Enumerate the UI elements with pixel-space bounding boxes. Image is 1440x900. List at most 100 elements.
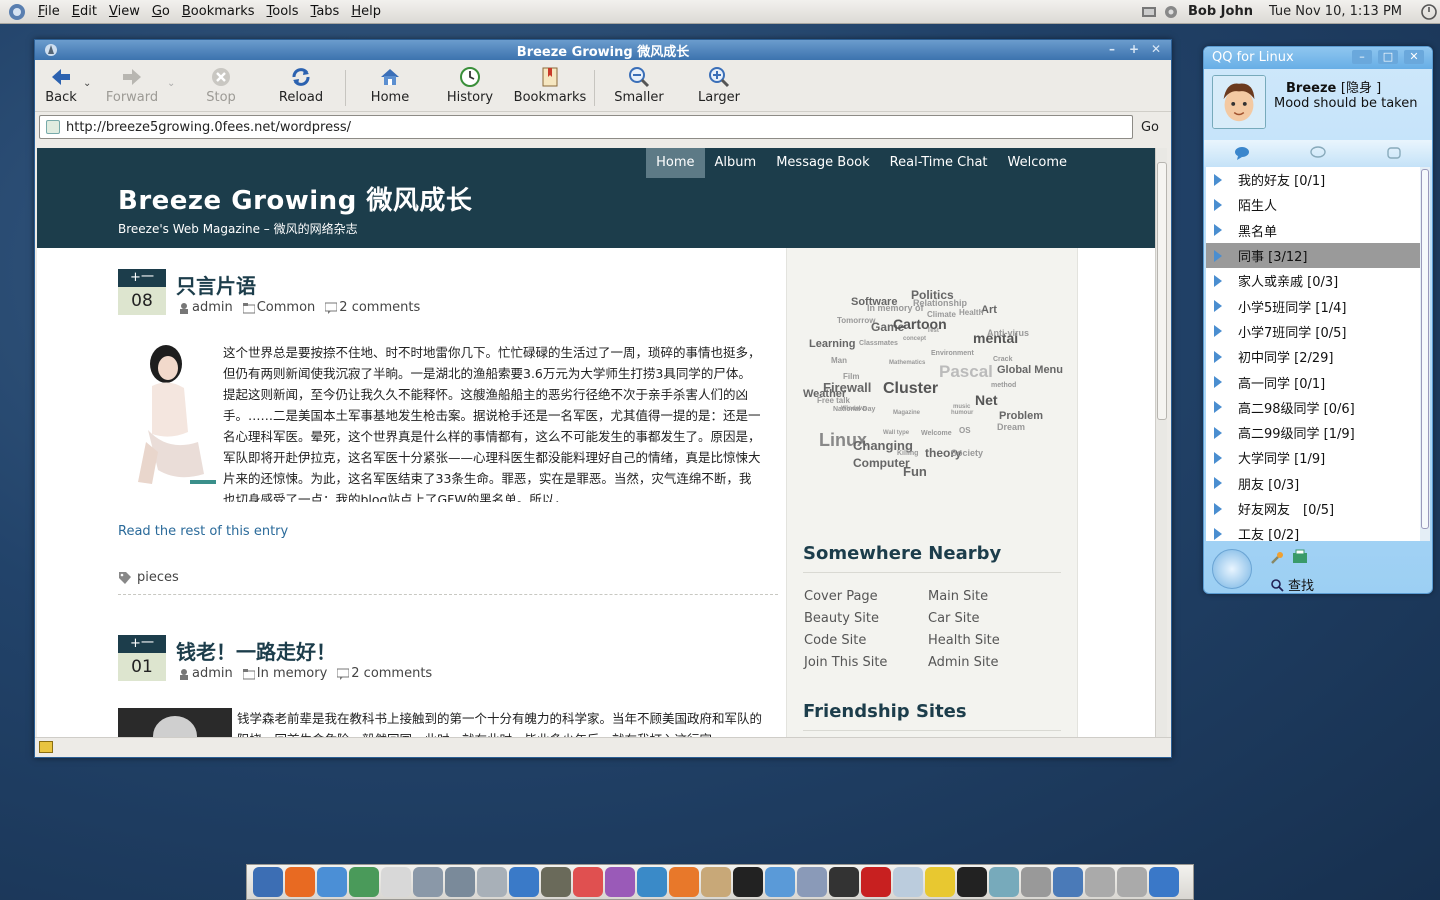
maximize-icon[interactable]: □: [1378, 50, 1398, 64]
window-menu-icon[interactable]: [43, 42, 59, 58]
close-icon[interactable]: ✕: [1404, 50, 1424, 64]
tag-cloud-link[interactable]: In memory of: [867, 303, 924, 313]
display-icon[interactable]: [1053, 867, 1083, 897]
expand-arrow-icon[interactable]: [1214, 173, 1222, 186]
go-button[interactable]: Go: [1133, 120, 1167, 135]
expand-arrow-icon[interactable]: [1214, 274, 1222, 287]
menu-view[interactable]: View: [103, 4, 146, 19]
history-button[interactable]: History: [430, 66, 510, 105]
nav-album[interactable]: Album: [705, 148, 767, 178]
scrollbar-thumb[interactable]: [1157, 162, 1167, 420]
minimize-icon[interactable]: –: [1103, 42, 1121, 57]
forward-button[interactable]: Forward: [97, 66, 167, 105]
tag-cloud-link[interactable]: Cluster: [883, 380, 938, 398]
scrollbar-thumb[interactable]: [1421, 169, 1429, 529]
expand-arrow-icon[interactable]: [1214, 451, 1222, 464]
link-cover-page[interactable]: Cover Page: [804, 589, 928, 604]
expand-arrow-icon[interactable]: [1214, 325, 1222, 338]
contact-group-item[interactable]: 家人或亲戚 [0/3]: [1206, 268, 1422, 293]
tag-cloud-link[interactable]: humour: [951, 410, 973, 416]
contacts-icon[interactable]: [797, 867, 827, 897]
nav-home[interactable]: Home: [646, 148, 705, 178]
wrench-settings-icon[interactable]: [1270, 551, 1284, 565]
close-icon[interactable]: ✕: [1147, 42, 1165, 57]
tag-cloud-link[interactable]: Crack: [993, 356, 1012, 363]
find-button[interactable]: 查找: [1270, 575, 1314, 594]
pen-icon[interactable]: [925, 867, 955, 897]
read-more-link[interactable]: Read the rest of this entry: [118, 524, 288, 539]
tag-cloud-link[interactable]: Free talk: [817, 396, 850, 405]
contact-group-item[interactable]: 工友 [0/2]: [1206, 521, 1422, 541]
tag-cloud-link[interactable]: Classmates: [859, 340, 898, 347]
trash-icon[interactable]: [1149, 867, 1179, 897]
bookmarks-button[interactable]: Bookmarks: [510, 66, 590, 105]
expand-arrow-icon[interactable]: [1214, 198, 1222, 211]
post-author[interactable]: admin: [192, 300, 233, 315]
post-comments[interactable]: 2 comments: [351, 666, 432, 681]
color-picker-icon[interactable]: [573, 867, 603, 897]
tag-cloud-link[interactable]: Windows: [841, 406, 867, 412]
post-category[interactable]: Common: [257, 300, 316, 315]
network-icon[interactable]: [989, 867, 1019, 897]
zoom-out-button[interactable]: Smaller: [599, 66, 679, 105]
contact-group-item[interactable]: 高二98级同学 [0/6]: [1206, 395, 1422, 420]
settings-gear-icon[interactable]: [1162, 3, 1180, 21]
clock[interactable]: Tue Nov 10, 1:13 PM: [1269, 4, 1402, 19]
tag-cloud-link[interactable]: Wall type: [883, 430, 909, 436]
url-input[interactable]: http://breeze5growing.0fees.net/wordpres…: [39, 115, 1133, 139]
link-health-site[interactable]: Health Site: [928, 633, 1052, 648]
link-code-site[interactable]: Code Site: [804, 633, 928, 648]
back-history-dropdown-icon[interactable]: ⌄: [83, 78, 97, 89]
tag-cloud-link[interactable]: Dream: [997, 422, 1025, 432]
link-main-site[interactable]: Main Site: [928, 589, 1052, 604]
expand-arrow-icon[interactable]: [1214, 477, 1222, 490]
expand-arrow-icon[interactable]: [1214, 376, 1222, 389]
contact-group-item[interactable]: 黑名单: [1206, 218, 1422, 243]
contact-group-item[interactable]: 朋友 [0/3]: [1206, 471, 1422, 496]
network-icon[interactable]: [1140, 3, 1158, 21]
tag-cloud-link[interactable]: Killing: [897, 450, 918, 457]
applications-logo-icon[interactable]: [6, 2, 28, 22]
post-title[interactable]: 只言片语: [176, 270, 256, 299]
post-category[interactable]: In memory: [257, 666, 328, 681]
link-admin-site[interactable]: Admin Site: [928, 655, 1052, 670]
expand-arrow-icon[interactable]: [1214, 350, 1222, 363]
tag-cloud-link[interactable]: Health: [959, 308, 983, 317]
qq-titlebar[interactable]: QQ for Linux – □ ✕: [1204, 47, 1432, 69]
contact-group-item[interactable]: 小学7班同学 [0/5]: [1206, 319, 1422, 344]
post-title[interactable]: 钱老！一路走好！: [176, 636, 336, 665]
menu-edit[interactable]: Edit: [66, 4, 103, 19]
workspace-1-icon[interactable]: [1085, 867, 1115, 897]
tag-cloud-link[interactable]: Environment: [931, 350, 974, 357]
post-comments[interactable]: 2 comments: [339, 300, 420, 315]
tag-cloud-link[interactable]: concept: [903, 336, 926, 342]
expand-arrow-icon[interactable]: [1214, 502, 1222, 515]
tab-recent[interactable]: [1356, 140, 1432, 166]
menu-tabs[interactable]: Tabs: [305, 4, 346, 19]
chat-icon[interactable]: [765, 867, 795, 897]
expand-arrow-icon[interactable]: [1214, 249, 1222, 262]
nav-welcome[interactable]: Welcome: [998, 148, 1077, 178]
contact-group-item[interactable]: 大学同学 [1/9]: [1206, 445, 1422, 470]
rabbit-icon[interactable]: [701, 867, 731, 897]
stop-button[interactable]: Stop: [181, 66, 261, 105]
contact-group-item[interactable]: 初中同学 [2/29]: [1206, 344, 1422, 369]
expand-arrow-icon[interactable]: [1214, 401, 1222, 414]
menu-help[interactable]: Help: [345, 4, 387, 19]
qq-main-menu-icon[interactable]: [1212, 549, 1252, 589]
pdf-reader-icon[interactable]: [861, 867, 891, 897]
contact-group-item[interactable]: 小学5班同学 [1/4]: [1206, 293, 1422, 318]
page-viewport[interactable]: Home Album Message Book Real-Time Chat W…: [37, 148, 1157, 737]
tag-cloud-link[interactable]: Magazine: [893, 410, 920, 416]
globe-icon[interactable]: [637, 867, 667, 897]
tag-cloud-link[interactable]: OS: [959, 426, 971, 435]
menu-tools[interactable]: Tools: [261, 4, 305, 19]
photos-icon[interactable]: [445, 867, 475, 897]
menu-go[interactable]: Go: [146, 4, 176, 19]
contact-group-item[interactable]: 同事 [3/12]: [1206, 242, 1422, 269]
qq-mood[interactable]: Mood should be taken: [1274, 96, 1430, 111]
contact-group-item[interactable]: 高一同学 [0/1]: [1206, 369, 1422, 394]
tag-cloud-link[interactable]: music: [953, 404, 970, 410]
fish-icon[interactable]: [669, 867, 699, 897]
tag-cloud-link[interactable]: Pascal: [939, 362, 993, 382]
